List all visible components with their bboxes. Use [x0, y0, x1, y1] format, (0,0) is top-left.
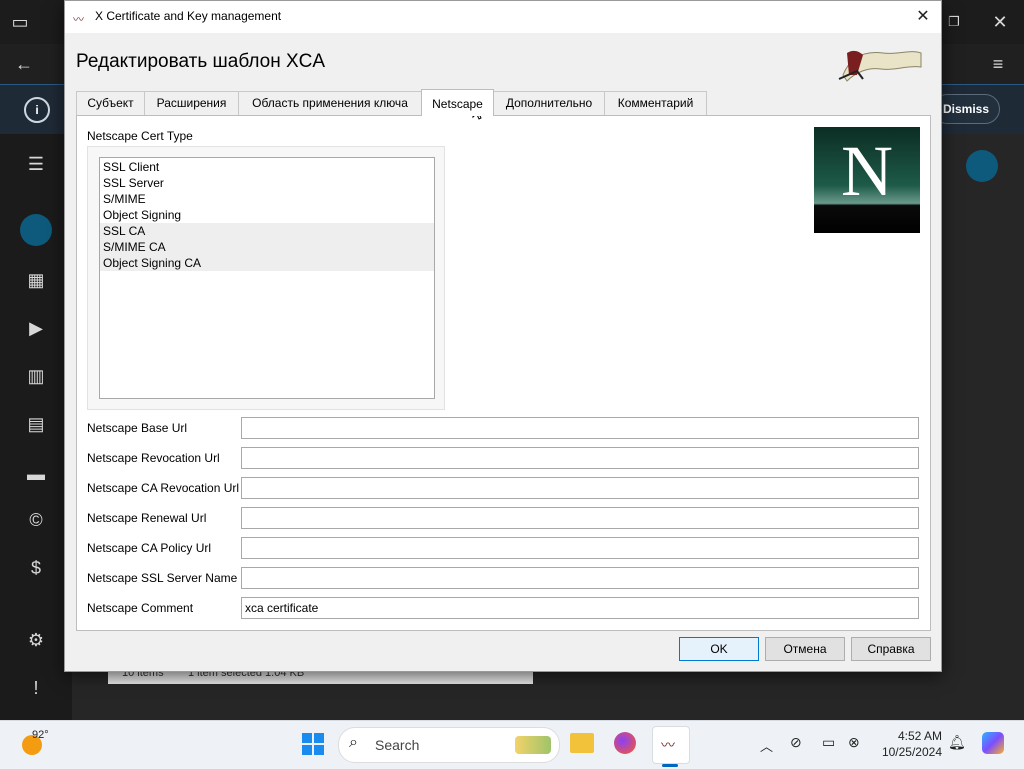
ssl-server-name-label: Netscape SSL Server Name	[87, 571, 238, 585]
comment-input[interactable]: xca certificate	[241, 597, 919, 619]
search-placeholder: Search	[375, 737, 420, 753]
tab-comment[interactable]: Комментарий	[604, 91, 707, 115]
firefox-icon[interactable]	[614, 732, 636, 754]
close-icon[interactable]: ✕	[911, 5, 935, 29]
network-icon[interactable]: ⊘	[790, 734, 802, 751]
close-browser-icon[interactable]: ✕	[988, 10, 1012, 34]
list-item[interactable]: SSL CA	[100, 223, 434, 239]
media-icon[interactable]: ▶	[24, 316, 48, 340]
chevron-up-icon[interactable]: ︿	[760, 736, 773, 755]
taskbar-search[interactable]: ⌕ Search	[338, 727, 560, 763]
xca-template-dialog: 〰 X Certificate and Key management ✕ Ред…	[64, 0, 942, 672]
list-item[interactable]: S/MIME CA	[100, 239, 434, 255]
notes-icon[interactable]: ▤	[24, 412, 48, 436]
display-icon[interactable]: ▭	[822, 734, 835, 751]
list-item[interactable]: Object Signing	[100, 207, 434, 223]
volume-muted-icon[interactable]: ⊗	[848, 734, 860, 751]
xca-small-logo-icon: 〰	[73, 14, 84, 26]
netscape-tab-panel: Netscape Cert Type SSL Client SSL Server…	[76, 115, 931, 631]
window-title: X Certificate and Key management	[95, 9, 282, 23]
clock-time[interactable]: 4:52 AM	[880, 729, 942, 743]
weather-temp: 92°	[32, 729, 49, 741]
ca-policy-url-label: Netscape CA Policy Url	[87, 541, 212, 555]
ca-revocation-url-input[interactable]	[241, 477, 919, 499]
ca-revocation-url-label: Netscape CA Revocation Url	[87, 481, 240, 495]
revocation-url-input[interactable]	[241, 447, 919, 469]
avatar[interactable]	[20, 214, 52, 246]
ca-policy-url-input[interactable]	[241, 537, 919, 559]
info-icon: i	[24, 97, 50, 123]
tab-netscape[interactable]: Netscape	[421, 89, 494, 116]
tab-advanced[interactable]: Дополнительно	[493, 91, 605, 115]
cert-type-list[interactable]: SSL Client SSL Server S/MIME Object Sign…	[99, 157, 435, 399]
xca-small-logo-icon: 〰	[661, 737, 675, 753]
renewal-url-input[interactable]	[241, 507, 919, 529]
xca-taskbar-icon[interactable]: 〰	[652, 726, 690, 764]
clock-date[interactable]: 10/25/2024	[872, 745, 942, 759]
copilot-icon[interactable]	[982, 732, 1004, 754]
list-item[interactable]: SSL Client	[100, 159, 434, 175]
start-windows-icon[interactable]	[302, 733, 324, 755]
dismiss-button[interactable]: Dismiss	[932, 94, 1000, 124]
copyright-icon[interactable]: ©	[24, 508, 48, 532]
notification-bell-icon[interactable]: 🔔︎	[948, 734, 966, 751]
dollar-icon[interactable]: $	[24, 556, 48, 580]
netscape-logo: N	[814, 127, 920, 233]
revocation-url-label: Netscape Revocation Url	[87, 451, 220, 465]
active-app-indicator	[662, 764, 678, 767]
list-item[interactable]: SSL Server	[100, 175, 434, 191]
background-sidebar: ☰ ▦ ▶ ▥ ▤ ▬ © $ ⚙ !	[0, 134, 72, 720]
dashboard-icon[interactable]: ▦	[24, 268, 48, 292]
dialog-titlebar: 〰 X Certificate and Key management ✕	[65, 1, 941, 33]
tab-extensions[interactable]: Расширения	[144, 91, 239, 115]
xca-scroll-logo-icon	[838, 50, 922, 82]
tab-key-usage[interactable]: Область применения ключа	[238, 91, 422, 115]
back-arrow-icon[interactable]: ←	[12, 52, 36, 76]
cards-icon[interactable]: ▬	[24, 462, 48, 486]
cancel-button[interactable]: Отмена	[765, 637, 845, 661]
settings-gear-icon[interactable]: ⚙	[24, 628, 48, 652]
restore-icon[interactable]: ❐	[942, 10, 966, 34]
page-title: Редактировать шаблон XCA	[76, 51, 326, 72]
renewal-url-label: Netscape Renewal Url	[87, 511, 207, 525]
list-item[interactable]: Object Signing CA	[100, 255, 434, 271]
user-avatar[interactable]	[966, 150, 998, 182]
stats-icon[interactable]: ▥	[24, 364, 48, 388]
hamburger-icon[interactable]: ☰	[24, 152, 48, 176]
list-item[interactable]: S/MIME	[100, 191, 434, 207]
ssl-server-name-input[interactable]	[241, 567, 919, 589]
tab-actions-icon[interactable]: ▭	[8, 10, 32, 34]
base-url-input[interactable]	[241, 417, 919, 439]
feedback-icon[interactable]: !	[24, 676, 48, 700]
help-button[interactable]: Справка	[851, 637, 931, 661]
tab-subject[interactable]: Субъект	[76, 91, 145, 115]
search-highlight-icon	[515, 736, 551, 754]
base-url-label: Netscape Base Url	[87, 421, 188, 435]
cert-type-label: Netscape Cert Type	[87, 129, 193, 143]
file-explorer-icon[interactable]	[570, 733, 594, 753]
comment-label: Netscape Comment	[87, 601, 194, 615]
search-icon: ⌕	[349, 734, 358, 751]
ok-button[interactable]: OK	[679, 637, 759, 661]
netscape-n-icon: N	[841, 131, 893, 211]
menu-icon[interactable]: ≡	[986, 52, 1010, 76]
